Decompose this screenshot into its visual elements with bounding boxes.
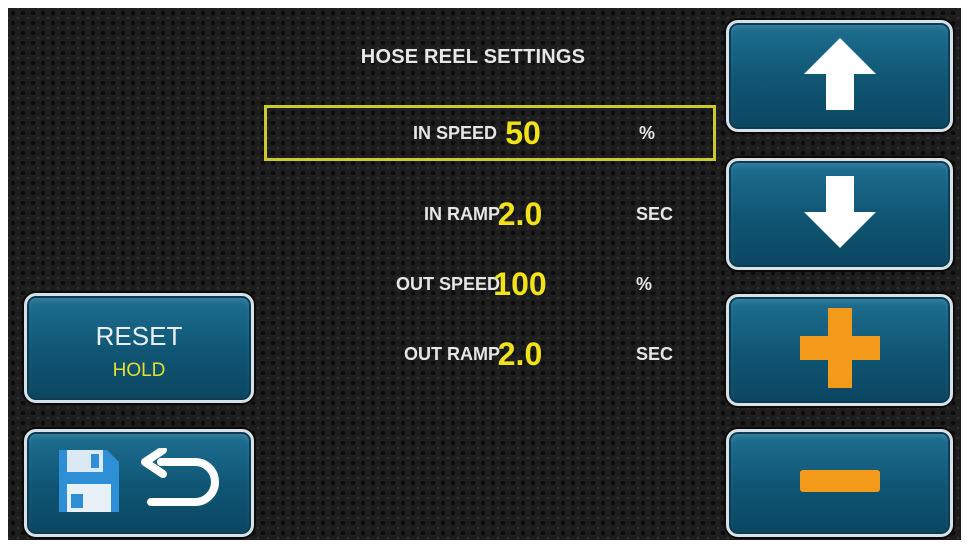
reset-button[interactable]: RESET HOLD [24,293,254,403]
setting-row-out-speed[interactable]: OUT SPEED 100 % [264,256,716,312]
setting-row-in-speed[interactable]: IN SPEED 50 % [264,105,716,161]
arrow-down-icon [802,174,878,255]
save-return-button[interactable] [24,429,254,537]
minus-icon [799,469,880,497]
floppy-disk-icon [57,448,121,519]
setting-value: 100 [493,265,547,302]
setting-value: 2.0 [497,195,543,232]
plus-icon [799,307,880,393]
setting-row-out-ramp[interactable]: OUT RAMP 2.0 SEC [264,326,716,382]
increment-button[interactable] [726,294,953,406]
reset-label: RESET [95,320,183,351]
setting-unit: SEC [636,343,674,364]
up-button[interactable] [726,20,953,132]
setting-value: 50 [505,114,541,151]
setting-unit: % [636,273,653,294]
arrow-up-icon [802,36,878,117]
decrement-button[interactable] [726,429,953,537]
setting-unit: SEC [636,203,674,224]
setting-value: 2.0 [497,335,543,372]
return-arrow-icon [137,445,221,519]
hold-label: HOLD [112,359,166,381]
hmi-screen: HOSE REEL SETTINGS IN SPEED 50 % IN RAMP… [8,8,961,540]
page-title: HOSE REEL SETTINGS [360,46,586,68]
down-button[interactable] [726,158,953,270]
setting-unit: % [639,122,656,143]
setting-row-in-ramp[interactable]: IN RAMP 2.0 SEC [264,186,716,242]
